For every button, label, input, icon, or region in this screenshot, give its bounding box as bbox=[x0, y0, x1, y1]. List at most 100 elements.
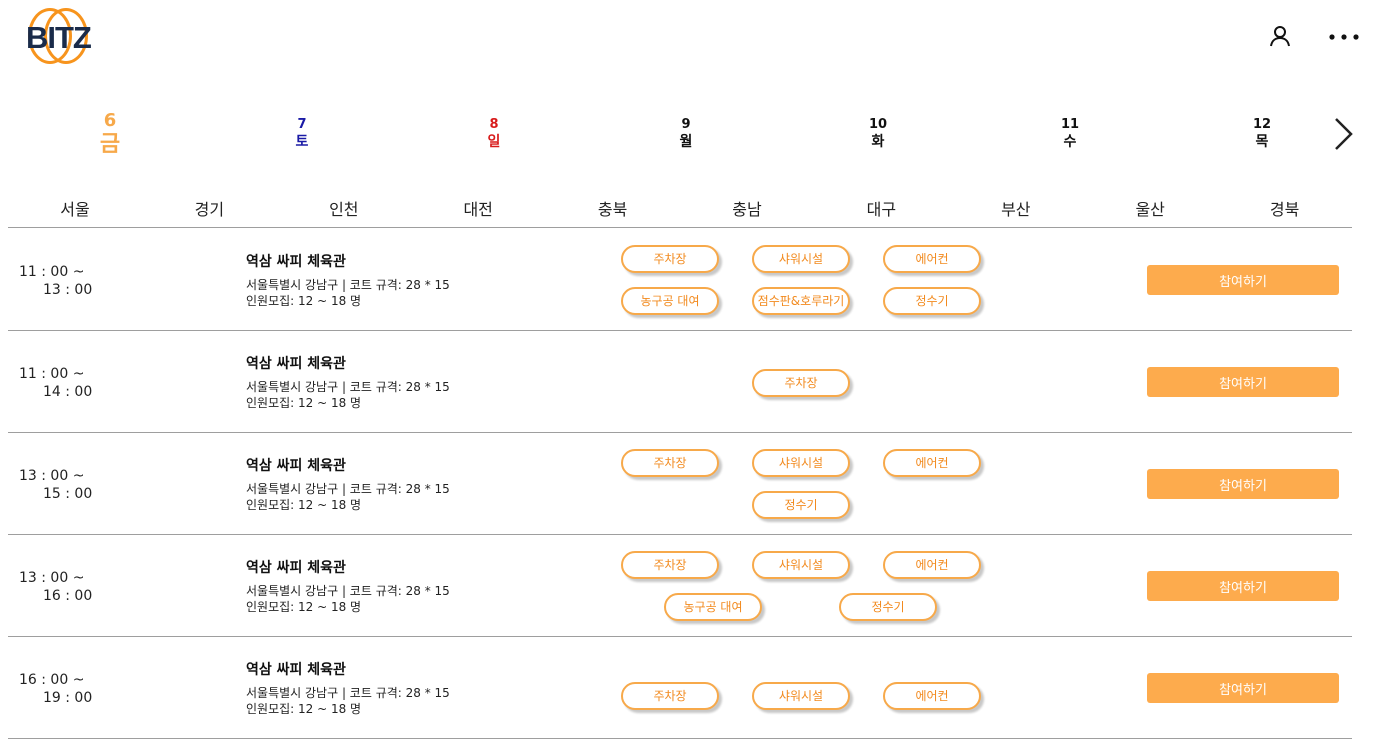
match-time: 11 : 00 ~ 13 : 00 bbox=[19, 263, 92, 299]
date-item-9[interactable]: 9월 bbox=[656, 117, 716, 151]
app-header: BITZ bbox=[0, 0, 1375, 80]
recruit-count: 인원모집: 12 ~ 18 명 bbox=[246, 498, 362, 512]
date-weekday: 목 bbox=[1255, 134, 1269, 150]
amenity-chip[interactable]: 정수기 bbox=[839, 593, 937, 621]
join-button[interactable]: 참여하기 bbox=[1147, 367, 1339, 397]
region-tab[interactable]: 충북 bbox=[546, 196, 680, 220]
date-item-11[interactable]: 11 수 bbox=[1040, 117, 1100, 151]
match-row: 13 : 00 ~ 15 : 00 역삼 싸피 체육관 서울특별시 강남구 | 코트 … bbox=[8, 433, 1352, 535]
amenity-chip[interactable]: 주차장 bbox=[752, 369, 850, 397]
gym-info: 역삼 싸피 체육관서울특별시 강남구 | 코트 규격: 28 * 15 인원모집:… bbox=[246, 661, 450, 717]
region-tab[interactable]: 부산 bbox=[949, 196, 1083, 220]
amenity-chip[interactable]: 샤워시설 bbox=[752, 551, 850, 579]
gym-name: 역삼 싸피 체육관 bbox=[246, 560, 346, 576]
amenity-chip[interactable]: 주차장 bbox=[621, 245, 719, 273]
recruit-count: 인원모집: 12 ~ 18 명 bbox=[246, 294, 362, 308]
date-number: 7 bbox=[297, 117, 307, 132]
gym-location: 서울특별시 강남구 | 코트 규격: 28 * 15 bbox=[246, 686, 450, 700]
recruit-count: 인원모집: 12 ~ 18 명 bbox=[246, 396, 362, 410]
date-weekday: 월 bbox=[679, 134, 693, 150]
region-tab[interactable]: 서울 bbox=[8, 196, 142, 220]
start-time: 13 : 00 ~ bbox=[19, 468, 85, 484]
amenity-chip[interactable]: 에어컨 bbox=[883, 551, 981, 579]
date-number: 8 bbox=[489, 117, 499, 132]
date-weekday: 토 bbox=[295, 134, 309, 150]
region-tab[interactable]: 대전 bbox=[411, 196, 545, 220]
date-number: 11 bbox=[1060, 117, 1080, 132]
match-time: 11 : 00 ~ 14 : 00 bbox=[19, 365, 92, 401]
join-button[interactable]: 참여하기 bbox=[1147, 571, 1339, 601]
region-tab[interactable]: 경북 bbox=[1218, 196, 1352, 220]
region-tab[interactable]: 충남 bbox=[680, 196, 814, 220]
match-time: 13 : 00 ~ 16 : 00 bbox=[19, 569, 92, 605]
amenity-chip[interactable]: 에어컨 bbox=[883, 449, 981, 477]
end-time: 15 : 00 bbox=[43, 486, 93, 502]
match-row: 11 : 00 ~ 13 : 00 역삼 싸피 체육관서울특별시 강남구 | 코트 … bbox=[8, 229, 1352, 331]
amenity-chip[interactable]: 점수판&호루라기 bbox=[752, 287, 850, 315]
date-item-6[interactable]: 6금 bbox=[80, 110, 140, 158]
match-row: 13 : 00 ~ 16 : 00 역삼 싸피 체육관서울특별시 강남구 | 코트 … bbox=[8, 535, 1352, 637]
region-tab[interactable]: 울산 bbox=[1083, 196, 1217, 220]
start-time: 16 : 00 ~ bbox=[19, 672, 85, 688]
start-time: 13 : 00 ~ bbox=[19, 570, 85, 586]
gym-location: 서울특별시 강남구 | 코트 규격: 28 * 15 bbox=[246, 584, 450, 598]
date-weekday: 수 bbox=[1063, 134, 1077, 150]
date-number: 9 bbox=[681, 117, 691, 132]
gym-info: 역삼 싸피 체육관 서울특별시 강남구 | 코트 규격: 28 * 15 인원모집:… bbox=[246, 457, 450, 513]
logo-text: BITZ bbox=[26, 20, 92, 55]
gym-location: 서울특별시 강남구 | 코트 규격: 28 * 15 bbox=[246, 278, 450, 292]
amenity-chip[interactable]: 주차장 bbox=[621, 449, 719, 477]
join-button[interactable]: 참여하기 bbox=[1147, 265, 1339, 295]
date-number: 6 bbox=[103, 110, 117, 131]
region-tabs: 서울 경기 인천 대전 충북 충남 대구 부산 울산 경북 bbox=[8, 190, 1352, 228]
gym-name: 역삼 싸피 체육관 bbox=[246, 254, 346, 270]
amenity-chip[interactable]: 샤워시설 bbox=[752, 449, 850, 477]
recruit-count: 인원모집: 12 ~ 18 명 bbox=[246, 600, 362, 614]
amenity-chip[interactable]: 농구공 대여 bbox=[621, 287, 719, 315]
chevron-right-icon[interactable] bbox=[1330, 116, 1356, 152]
date-weekday: 화 bbox=[871, 134, 885, 150]
amenity-chip[interactable]: 주차장 bbox=[621, 551, 719, 579]
match-time: 13 : 00 ~ 15 : 00 bbox=[19, 467, 92, 503]
gym-info: 역삼 싸피 체육관서울특별시 강남구 | 코트 규격: 28 * 15 인원모집:… bbox=[246, 559, 450, 615]
match-row: 11 : 00 ~ 14 : 00 역삼 싸피 체육관서울특별시 강남구 | 코트 … bbox=[8, 331, 1352, 433]
date-item-8[interactable]: 8일 bbox=[464, 117, 524, 151]
date-selector: 6 금 7 토 8 일 9 월 10 화 11 수 12 목 bbox=[0, 108, 1375, 168]
start-time: 11 : 00 ~ bbox=[19, 366, 85, 382]
join-button[interactable]: 참여하기 bbox=[1147, 469, 1339, 499]
amenity-chip[interactable]: 샤워시설 bbox=[752, 682, 850, 710]
gym-info: 역삼 싸피 체육관서울특별시 강남구 | 코트 규격: 28 * 15 인원모집:… bbox=[246, 355, 450, 411]
user-icon[interactable] bbox=[1268, 24, 1292, 48]
amenity-chip[interactable]: 에어컨 bbox=[883, 245, 981, 273]
start-time: 11 : 00 ~ bbox=[19, 264, 85, 280]
bitz-logo[interactable]: BITZ bbox=[22, 4, 94, 66]
date-weekday: 일 bbox=[487, 134, 501, 150]
amenity-chip[interactable]: 농구공 대여 bbox=[664, 593, 762, 621]
amenity-chip[interactable]: 주차장 bbox=[621, 682, 719, 710]
date-item-12[interactable]: 12 목 bbox=[1232, 117, 1292, 151]
amenity-chip[interactable]: 정수기 bbox=[883, 287, 981, 315]
end-time: 13 : 00 bbox=[43, 282, 93, 298]
gym-name: 역삼 싸피 체육관 bbox=[246, 662, 346, 678]
date-item-10[interactable]: 10 화 bbox=[848, 117, 908, 151]
gym-name: 역삼 싸피 체육관 bbox=[246, 458, 346, 474]
gym-info: 역삼 싸피 체육관서울특별시 강남구 | 코트 규격: 28 * 15 인원모집:… bbox=[246, 253, 450, 309]
gym-location: 서울특별시 강남구 | 코트 규격: 28 * 15 bbox=[246, 380, 450, 394]
amenity-chip[interactable]: 에어컨 bbox=[883, 682, 981, 710]
recruit-count: 인원모집: 12 ~ 18 명 bbox=[246, 702, 362, 716]
end-time: 19 : 00 bbox=[43, 690, 93, 706]
gym-name: 역삼 싸피 체육관 bbox=[246, 356, 346, 372]
end-time: 16 : 00 bbox=[43, 588, 93, 604]
match-row: 16 : 00 ~ 19 : 00 역삼 싸피 체육관서울특별시 강남구 | 코트 … bbox=[8, 637, 1352, 739]
date-item-7[interactable]: 7토 bbox=[272, 117, 332, 151]
join-button[interactable]: 참여하기 bbox=[1147, 673, 1339, 703]
end-time: 14 : 00 bbox=[43, 384, 93, 400]
date-weekday: 금 bbox=[99, 132, 121, 157]
region-tab[interactable]: 경기 bbox=[142, 196, 276, 220]
more-dots-icon[interactable] bbox=[1326, 28, 1362, 46]
match-time: 16 : 00 ~ 19 : 00 bbox=[19, 671, 92, 707]
amenity-chip[interactable]: 샤워시설 bbox=[752, 245, 850, 273]
amenity-chip[interactable]: 정수기 bbox=[752, 491, 850, 519]
region-tab[interactable]: 인천 bbox=[277, 196, 411, 220]
region-tab[interactable]: 대구 bbox=[814, 196, 948, 220]
